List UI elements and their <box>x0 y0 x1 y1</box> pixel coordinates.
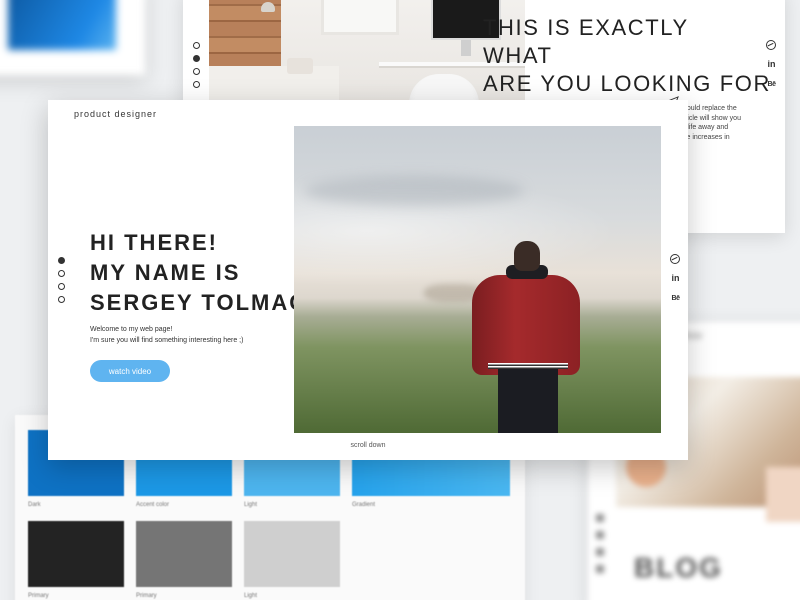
social-links: in Bē <box>670 254 681 313</box>
swatch-label: Gradient <box>352 502 376 508</box>
article-headline: THIS IS EXACTLY WHAT ARE YOU LOOKING FOR <box>483 14 771 98</box>
slide-dot-active[interactable] <box>193 55 200 62</box>
excerpt-line: hould replace the <box>683 105 737 112</box>
dribbble-icon[interactable] <box>766 40 776 50</box>
social-icon <box>596 514 604 522</box>
behance-icon[interactable]: Bē <box>670 293 681 304</box>
slide-dot[interactable] <box>58 283 65 290</box>
chair <box>409 74 479 100</box>
social-icon <box>596 531 604 539</box>
swatch-light-grey <box>244 521 340 587</box>
excerpt-line: ve increases in <box>683 133 730 141</box>
swatch-primary-grey <box>136 521 232 587</box>
workspace-photo <box>209 0 525 100</box>
hero-subtitle-line: Welcome to my web page! <box>90 326 173 333</box>
swatch-label: Dark <box>28 502 41 508</box>
watch-video-button[interactable]: watch video <box>90 360 170 382</box>
background-card-blurred <box>0 0 145 75</box>
window <box>321 0 399 35</box>
cloud <box>304 176 524 206</box>
hero-card: product designer HI THERE! MY NAME IS SE… <box>48 100 688 460</box>
social-icon <box>596 548 604 556</box>
blog-heading: BLOG <box>634 552 723 583</box>
swatch-label: Accent color <box>136 502 170 508</box>
bed <box>209 66 339 100</box>
slide-dots <box>193 42 200 94</box>
linkedin-icon[interactable]: in <box>670 273 681 284</box>
linkedin-icon[interactable]: in <box>766 59 777 70</box>
slide-dot-active[interactable] <box>58 257 65 264</box>
slide-dot[interactable] <box>193 68 200 75</box>
excerpt-line: r life away and <box>683 124 729 131</box>
brand-tagline[interactable]: product designer <box>74 109 157 119</box>
hero-subtitle: Welcome to my web page! I'm sure you wil… <box>90 324 243 346</box>
behance-icon[interactable]: Bē <box>766 79 777 90</box>
social-links: in Bē <box>766 40 780 99</box>
scroll-down-hint[interactable]: scroll down <box>48 442 688 449</box>
social-icon <box>596 565 604 573</box>
blog-side-icons <box>596 514 604 582</box>
legs <box>498 369 558 433</box>
swatch-label: Light <box>244 593 258 599</box>
head <box>514 241 540 271</box>
slide-dot[interactable] <box>58 296 65 303</box>
article-excerpt: hould replace the rticle will show you r… <box>683 104 741 142</box>
mockup-stage: THIS IS EXACTLY WHAT ARE YOU LOOKING FOR… <box>0 0 800 600</box>
swatch-label: Light <box>244 502 258 508</box>
hero-photo <box>294 126 661 433</box>
headline-line: ARE YOU LOOKING FOR <box>483 71 771 96</box>
headline-line: WHAT <box>483 43 553 68</box>
blue-image-block <box>8 0 116 50</box>
person-figure <box>466 241 581 433</box>
hero-title-line: MY NAME IS <box>90 260 241 285</box>
swatch-label: Primary <box>136 593 157 599</box>
stool <box>287 58 313 74</box>
pendant-lamp <box>261 2 275 12</box>
excerpt-line: rticle will show you <box>683 114 741 122</box>
slide-dot[interactable] <box>58 270 65 277</box>
hero-subtitle-line: I'm sure you will find something interes… <box>90 337 244 344</box>
swatch-primary-dark <box>28 521 124 587</box>
swatch-label: Primary <box>28 593 49 599</box>
monitor-stand <box>461 40 471 56</box>
headline-line: THIS IS EXACTLY <box>483 15 689 40</box>
dribbble-icon[interactable] <box>670 254 680 264</box>
hero-title-line: HI THERE! <box>90 230 218 255</box>
jacket-stripe <box>488 363 568 369</box>
slide-dots <box>58 257 65 309</box>
slide-dot[interactable] <box>193 81 200 88</box>
slide-dot[interactable] <box>193 42 200 49</box>
red-jacket <box>472 275 580 375</box>
